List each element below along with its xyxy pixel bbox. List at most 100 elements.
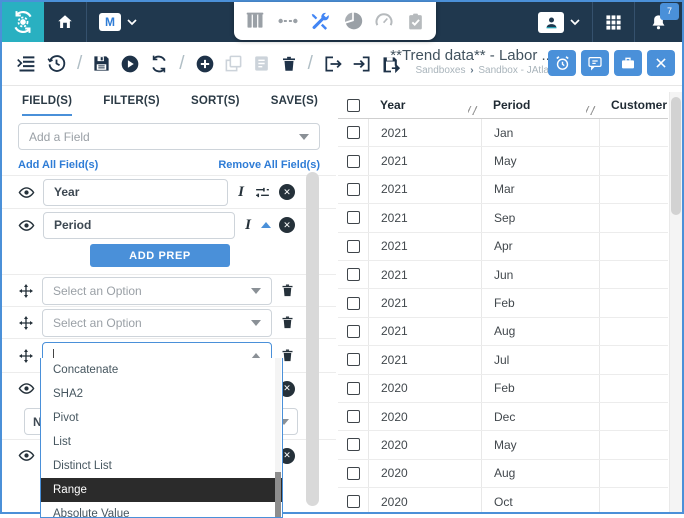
- tab-sorts[interactable]: SORT(S): [191, 95, 240, 116]
- close-button[interactable]: [647, 50, 675, 76]
- tools-icon[interactable]: [310, 11, 331, 32]
- user-icon: [538, 12, 564, 33]
- move-icon[interactable]: [18, 315, 34, 331]
- row-checkbox[interactable]: [347, 438, 360, 451]
- row-checkbox[interactable]: [347, 268, 360, 281]
- workspace-menu[interactable]: M: [87, 2, 149, 42]
- column-resize-handle[interactable]: [586, 106, 596, 115]
- row-checkbox[interactable]: [347, 155, 360, 168]
- row-checkbox[interactable]: [347, 183, 360, 196]
- year-cell: 2021: [368, 147, 481, 174]
- eye-icon[interactable]: [18, 380, 35, 397]
- column-header-year[interactable]: Year: [368, 92, 481, 118]
- prep-option[interactable]: Concatenate: [41, 358, 282, 382]
- prep-select[interactable]: Select an Option: [42, 309, 272, 337]
- play-icon[interactable]: [120, 54, 140, 74]
- row-checkbox[interactable]: [347, 325, 360, 338]
- year-cell: 2021: [368, 119, 481, 146]
- column-header-customer[interactable]: Customer Co: [599, 92, 668, 118]
- row-checkbox[interactable]: [347, 495, 360, 508]
- indent-run-icon[interactable]: [16, 53, 37, 74]
- column-resize-handle[interactable]: [468, 106, 478, 115]
- clipboard-check-icon[interactable]: [406, 12, 425, 31]
- row-checkbox[interactable]: [347, 382, 360, 395]
- field-name-input[interactable]: Period: [43, 212, 235, 239]
- select-all-checkbox[interactable]: [347, 99, 360, 112]
- trash-icon[interactable]: [280, 283, 295, 298]
- remove-field-icon[interactable]: ✕: [279, 184, 295, 200]
- customer-cell: [599, 261, 668, 288]
- tab-fields[interactable]: FIELD(S): [22, 95, 72, 116]
- prep-select[interactable]: Select an Option: [42, 277, 272, 305]
- table-scrollbar-thumb[interactable]: [671, 97, 681, 215]
- row-checkbox[interactable]: [347, 211, 360, 224]
- remove-field-icon[interactable]: ✕: [279, 217, 295, 233]
- column-header-period[interactable]: Period: [481, 92, 599, 118]
- row-checkbox[interactable]: [347, 126, 360, 139]
- collapse-prep-icon[interactable]: [261, 222, 271, 228]
- row-checkbox-cell: [338, 289, 368, 316]
- prep-option[interactable]: Pivot: [41, 406, 282, 430]
- navbar-separator: [634, 2, 635, 42]
- row-checkbox-cell: [338, 431, 368, 458]
- row-checkbox[interactable]: [347, 297, 360, 310]
- remove-all-fields-link[interactable]: Remove All Field(s): [218, 159, 320, 171]
- add-field-select[interactable]: Add a Field: [18, 123, 320, 150]
- pie-chart-icon[interactable]: [343, 11, 363, 31]
- add-prep-button[interactable]: ADD PREP: [90, 244, 230, 267]
- import-icon[interactable]: [352, 54, 372, 74]
- year-cell: 2021: [368, 261, 481, 288]
- schedule-button[interactable]: [548, 50, 576, 76]
- prep-option[interactable]: SHA2: [41, 382, 282, 406]
- bar-chart-icon[interactable]: [245, 11, 265, 31]
- panel-scrollbar[interactable]: [306, 172, 319, 506]
- document-actions: [548, 50, 675, 76]
- row-checkbox[interactable]: [347, 410, 360, 423]
- history-icon[interactable]: [46, 53, 67, 74]
- tab-filters[interactable]: FILTER(S): [103, 95, 160, 116]
- move-icon[interactable]: [18, 283, 34, 299]
- prep-select-placeholder: Select an Option: [53, 284, 142, 298]
- add-circle-icon[interactable]: [195, 54, 215, 74]
- delete-icon[interactable]: [280, 55, 298, 73]
- row-checkbox[interactable]: [347, 467, 360, 480]
- period-cell: Jun: [481, 261, 599, 288]
- dropdown-scrollbar-thumb[interactable]: [275, 472, 281, 518]
- eye-icon[interactable]: [18, 217, 35, 234]
- copy-icon[interactable]: [224, 54, 243, 73]
- tab-saves[interactable]: SAVE(S): [271, 95, 318, 116]
- row-checkbox[interactable]: [347, 240, 360, 253]
- breadcrumb-current: Sandbox - JAtlas: [478, 65, 554, 76]
- row-checkbox-cell: [338, 318, 368, 345]
- breadcrumb-parent[interactable]: Sandboxes: [415, 65, 465, 76]
- eye-icon[interactable]: [18, 184, 35, 201]
- comments-button[interactable]: [581, 50, 609, 76]
- gauge-icon[interactable]: [374, 11, 394, 31]
- field-name-input[interactable]: Year: [43, 179, 228, 206]
- trash-icon[interactable]: [280, 315, 295, 330]
- notifications-button[interactable]: 7: [649, 13, 668, 32]
- add-all-fields-link[interactable]: Add All Field(s): [18, 159, 98, 171]
- prep-option[interactable]: Distinct List: [41, 454, 282, 478]
- prep-option[interactable]: List: [41, 430, 282, 454]
- package-button[interactable]: [614, 50, 642, 76]
- prep-option[interactable]: Range: [41, 478, 282, 502]
- export-icon[interactable]: [323, 54, 343, 74]
- eye-icon[interactable]: [18, 447, 35, 464]
- save-icon[interactable]: [92, 54, 111, 73]
- link-dots-icon[interactable]: [277, 10, 299, 32]
- user-menu[interactable]: [526, 2, 592, 42]
- row-checkbox[interactable]: [347, 353, 360, 366]
- prep-option[interactable]: Absolute Value: [41, 502, 282, 518]
- paste-list-icon[interactable]: [252, 54, 271, 73]
- move-icon[interactable]: [18, 348, 34, 364]
- italic-format-icon[interactable]: I: [236, 184, 246, 201]
- alarm-icon: [554, 55, 571, 72]
- home-button[interactable]: [44, 2, 86, 42]
- tune-icon[interactable]: [254, 184, 271, 201]
- italic-format-icon[interactable]: I: [243, 217, 253, 234]
- customer-cell: [599, 431, 668, 458]
- refresh-icon[interactable]: [149, 54, 169, 74]
- app-logo[interactable]: [2, 2, 44, 42]
- apps-grid-button[interactable]: [593, 2, 634, 42]
